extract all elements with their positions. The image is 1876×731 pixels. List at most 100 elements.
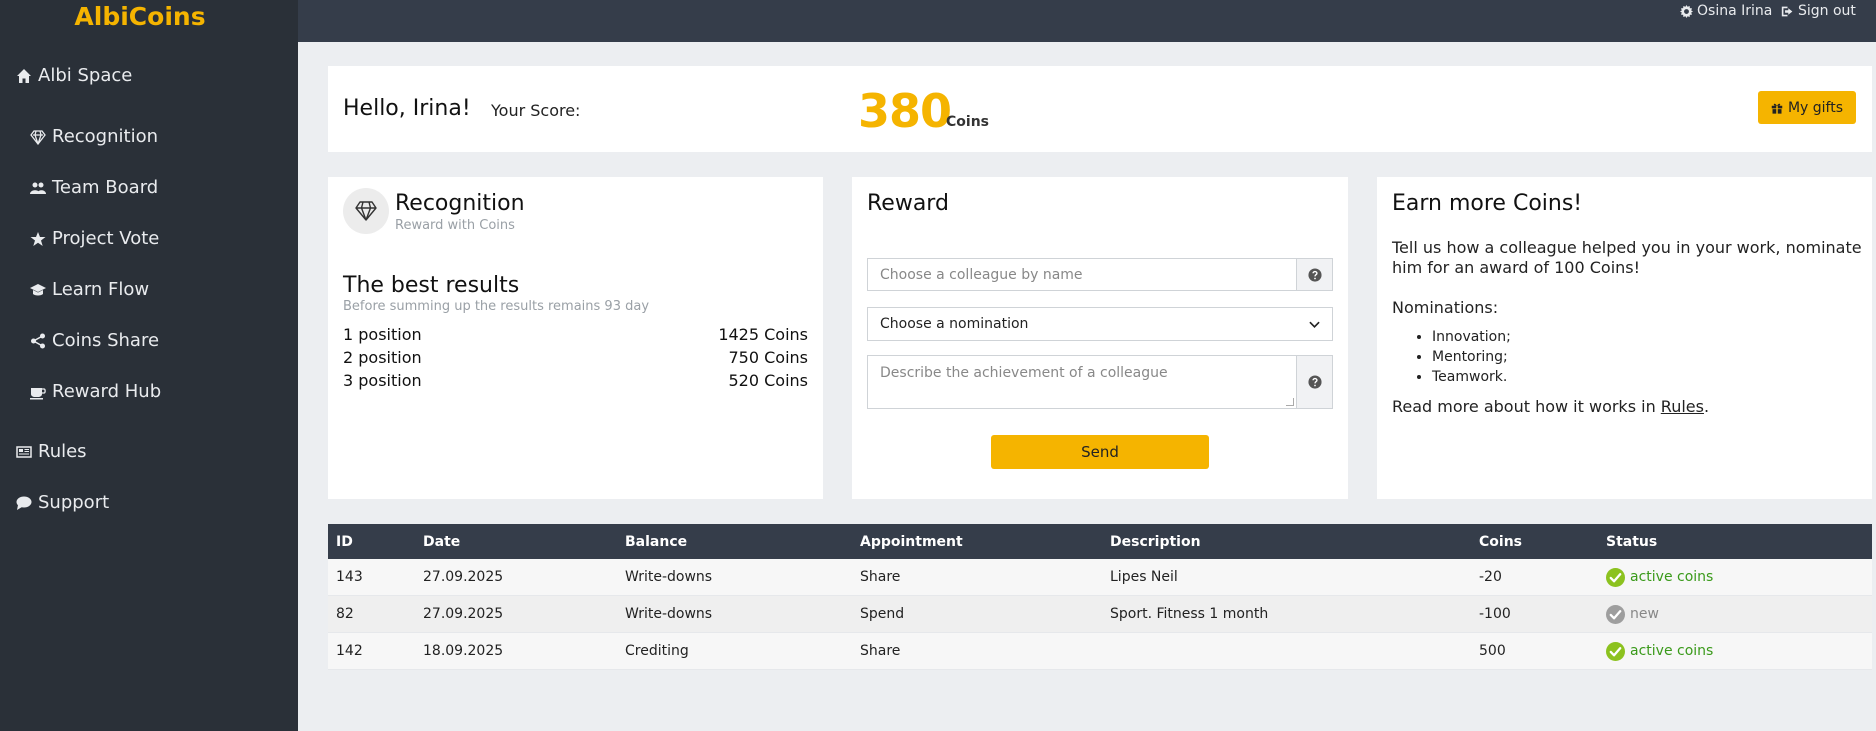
sign-out-label: Sign out xyxy=(1798,3,1856,19)
sidebar-item-team-board[interactable]: Team Board xyxy=(30,177,158,198)
recognition-subtitle: Reward with Coins xyxy=(395,218,515,233)
nominations-list: Innovation; Mentoring; Teamwork. xyxy=(1432,327,1511,387)
best-results-title: The best results xyxy=(343,273,520,298)
read-more-suffix: . xyxy=(1703,397,1710,416)
sidebar-item-label: Albi Space xyxy=(38,65,133,86)
colleague-search-input[interactable]: Choose a colleague by name xyxy=(867,258,1296,291)
column-header-id[interactable]: ID xyxy=(336,534,353,550)
read-more-text: Read more about how it works in Rules. xyxy=(1392,397,1709,416)
cell-appointment: Share xyxy=(860,569,901,585)
graduation-cap-icon xyxy=(30,283,46,295)
cell-appointment: Spend xyxy=(860,606,905,622)
cell-date: 18.09.2025 xyxy=(423,643,504,659)
sidebar-item-project-vote[interactable]: Project Vote xyxy=(30,228,159,249)
question-circle-icon xyxy=(1307,267,1322,282)
nomination-select[interactable]: Choose a nomination xyxy=(867,307,1333,341)
table-header: ID Date Balance Appointment Description … xyxy=(328,524,1872,559)
sidebar-item-coins-share[interactable]: Coins Share xyxy=(30,330,159,351)
position-value: 1425 Coins xyxy=(718,325,808,344)
list-item: Innovation; xyxy=(1432,327,1511,347)
user-profile-link[interactable]: Osina Irina xyxy=(1680,3,1772,19)
position-row: 3 position 520 Coins xyxy=(343,371,808,390)
column-header-appointment[interactable]: Appointment xyxy=(860,534,963,550)
nominations-label: Nominations: xyxy=(1392,298,1499,317)
sidebar-item-label: Rules xyxy=(38,441,87,462)
cell-coins: -20 xyxy=(1479,569,1502,585)
my-gifts-button[interactable]: My gifts xyxy=(1758,91,1856,124)
sidebar-item-albi-space[interactable]: Albi Space xyxy=(16,65,132,86)
top-bar: Osina Irina Sign out xyxy=(298,0,1876,42)
sidebar-item-recognition[interactable]: Recognition xyxy=(30,126,158,147)
users-icon xyxy=(30,182,46,194)
sidebar-item-rules[interactable]: Rules xyxy=(16,441,87,462)
question-circle-icon xyxy=(1307,375,1322,389)
colleague-help-button[interactable] xyxy=(1296,258,1333,291)
position-label: 3 position xyxy=(343,371,422,390)
check-circle-icon xyxy=(1606,641,1625,661)
achievement-description-textarea[interactable]: Describe the achievement of a colleague xyxy=(867,355,1296,409)
resize-handle[interactable] xyxy=(1286,398,1294,406)
cell-id: 82 xyxy=(336,606,354,622)
sidebar-item-label: Team Board xyxy=(52,177,159,198)
rules-link[interactable]: Rules xyxy=(1661,397,1704,416)
status-badge: new xyxy=(1606,604,1659,624)
chat-icon xyxy=(16,496,32,510)
status-text: active coins xyxy=(1630,643,1714,659)
list-item: Teamwork. xyxy=(1432,367,1511,387)
column-header-status[interactable]: Status xyxy=(1606,534,1657,550)
transactions-table: ID Date Balance Appointment Description … xyxy=(328,524,1872,670)
column-header-date[interactable]: Date xyxy=(423,534,460,550)
sidebar-item-reward-hub[interactable]: Reward Hub xyxy=(30,381,161,402)
sidebar-item-support[interactable]: Support xyxy=(16,492,109,513)
description-placeholder: Describe the achievement of a colleague xyxy=(880,365,1168,381)
description-input-group: Describe the achievement of a colleague xyxy=(867,355,1333,409)
recognition-icon-badge xyxy=(343,188,389,234)
star-icon xyxy=(30,231,46,246)
recognition-card: Recognition Reward with Coins The best r… xyxy=(328,177,823,499)
score-unit: Coins xyxy=(946,114,989,130)
diamond-icon xyxy=(355,201,377,221)
best-results-subtitle: Before summing up the results remains 93… xyxy=(343,299,650,314)
brand-logo[interactable]: AlbiCoins xyxy=(0,2,280,31)
position-row: 2 position 750 Coins xyxy=(343,348,808,367)
read-more-prefix: Read more about how it works in xyxy=(1392,397,1661,416)
gear-icon xyxy=(1680,4,1693,18)
sign-out-icon xyxy=(1781,6,1793,16)
cell-id: 143 xyxy=(336,569,363,585)
score-label: Your Score: xyxy=(491,101,581,120)
status-badge: active coins xyxy=(1606,567,1714,587)
sidebar-item-label: Coins Share xyxy=(52,330,160,351)
status-text: active coins xyxy=(1630,569,1714,585)
sign-out-link[interactable]: Sign out xyxy=(1781,3,1856,19)
cell-date: 27.09.2025 xyxy=(423,606,504,622)
newspaper-icon xyxy=(16,445,32,458)
score-card: Hello, Irina! Your Score: 380 Coins My g… xyxy=(328,66,1872,152)
column-header-coins[interactable]: Coins xyxy=(1479,534,1522,550)
cell-coins: -100 xyxy=(1479,606,1511,622)
colleague-input-group: Choose a colleague by name xyxy=(867,258,1333,291)
position-label: 2 position xyxy=(343,348,422,367)
cell-description: Sport. Fitness 1 month xyxy=(1110,606,1269,622)
earn-title: Earn more Coins! xyxy=(1392,191,1583,216)
score-value: 380 xyxy=(858,84,952,138)
table-row: 82 27.09.2025 Write-downs Spend Sport. F… xyxy=(328,596,1872,633)
sidebar-item-learn-flow[interactable]: Learn Flow xyxy=(30,279,149,300)
column-header-description[interactable]: Description xyxy=(1110,534,1201,550)
description-help-button[interactable] xyxy=(1296,355,1333,409)
sidebar: AlbiCoins Albi Space Recognition Team Bo… xyxy=(0,0,298,731)
status-text: new xyxy=(1630,606,1659,622)
sidebar-item-label: Reward Hub xyxy=(52,381,162,402)
list-item: Mentoring; xyxy=(1432,347,1511,367)
check-circle-icon xyxy=(1606,604,1625,624)
share-icon xyxy=(31,333,45,348)
greeting: Hello, Irina! xyxy=(343,96,471,121)
reward-title: Reward xyxy=(867,191,949,216)
recognition-title: Recognition xyxy=(395,191,525,216)
cell-balance: Write-downs xyxy=(625,569,713,585)
send-button[interactable]: Send xyxy=(991,435,1209,469)
status-badge: active coins xyxy=(1606,641,1714,661)
cell-coins: 500 xyxy=(1479,643,1506,659)
sidebar-item-label: Learn Flow xyxy=(52,279,150,300)
column-header-balance[interactable]: Balance xyxy=(625,534,687,550)
earn-more-card: Earn more Coins! Tell us how a colleague… xyxy=(1377,177,1872,499)
